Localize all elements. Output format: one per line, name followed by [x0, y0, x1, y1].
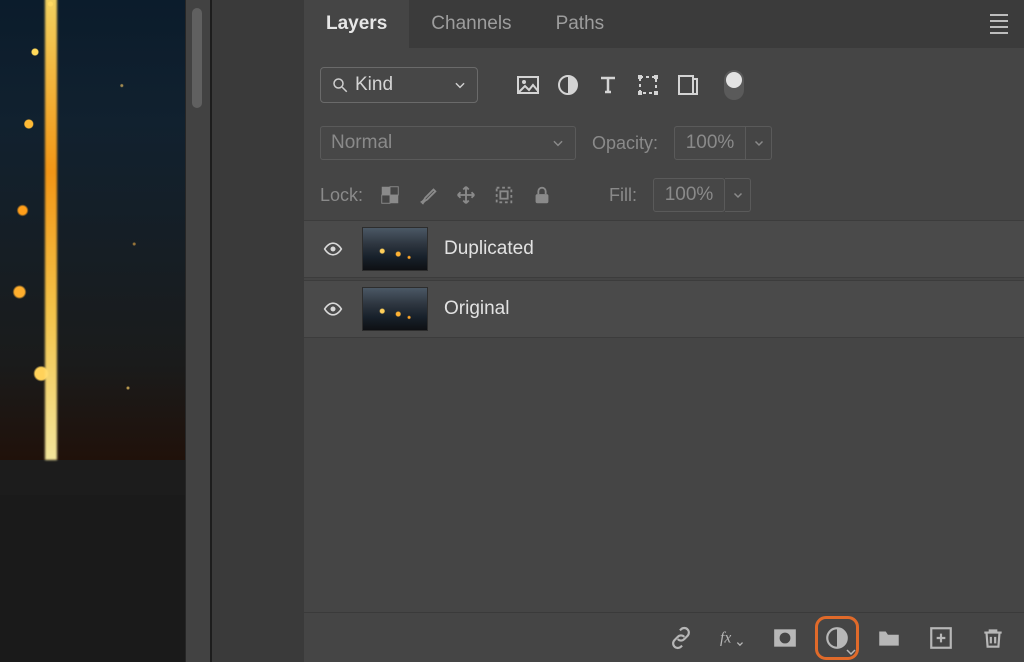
lock-artboard-icon[interactable] [493, 184, 515, 206]
filter-pixel-layers-icon[interactable] [516, 73, 540, 97]
fill-label: Fill: [609, 185, 637, 206]
tab-layers[interactable]: Layers [304, 0, 409, 48]
layers-bottom-bar: fx [304, 612, 1024, 662]
layer-thumbnail[interactable] [362, 287, 428, 331]
search-icon [331, 76, 349, 94]
lock-row: Lock: Fill: 100% [304, 172, 1024, 218]
canvas-vertical-scrollbar[interactable] [186, 0, 210, 662]
lock-label: Lock: [320, 185, 363, 206]
chevron-down-icon [453, 78, 467, 92]
panel-dock-gutter [212, 0, 304, 662]
panel-menu-icon[interactable] [974, 0, 1024, 48]
panel-tabs: Layers Channels Paths [304, 0, 1024, 48]
new-layer-icon[interactable] [928, 625, 954, 651]
new-group-folder-icon[interactable] [876, 625, 902, 651]
link-layers-icon[interactable] [668, 625, 694, 651]
document-canvas[interactable] [0, 0, 185, 495]
svg-text:fx: fx [720, 630, 731, 647]
opacity-input[interactable]: 100% [674, 126, 746, 160]
lock-position-icon[interactable] [455, 184, 477, 206]
layers-panel: Layers Channels Paths Kind Normal Opacit… [304, 0, 1024, 662]
fill-stepper[interactable] [725, 178, 751, 212]
filter-kind-dropdown[interactable]: Kind [320, 67, 478, 103]
layer-row[interactable]: Original [304, 280, 1024, 338]
blend-row: Normal Opacity: 100% [304, 122, 1024, 164]
delete-layer-trash-icon[interactable] [980, 625, 1006, 651]
filter-toggle[interactable] [724, 70, 744, 100]
scrollbar-thumb[interactable] [192, 8, 202, 108]
layer-row[interactable]: Duplicated [304, 220, 1024, 278]
blend-mode-value: Normal [331, 132, 392, 154]
lock-all-icon[interactable] [531, 184, 553, 206]
document-image [0, 0, 185, 460]
opacity-label: Opacity: [592, 133, 658, 154]
filter-type-layers-icon[interactable] [596, 73, 620, 97]
fill-input[interactable]: 100% [653, 178, 725, 212]
new-adjustment-layer-icon[interactable] [824, 625, 850, 651]
filter-adjustment-layers-icon[interactable] [556, 73, 580, 97]
lock-brush-icon[interactable] [417, 184, 439, 206]
visibility-eye-icon[interactable] [320, 239, 346, 259]
layer-thumbnail[interactable] [362, 227, 428, 271]
filter-smartobject-layers-icon[interactable] [676, 73, 700, 97]
blend-mode-dropdown[interactable]: Normal [320, 126, 576, 160]
layer-filter-row: Kind [304, 54, 1024, 116]
lock-transparent-icon[interactable] [379, 184, 401, 206]
tab-paths[interactable]: Paths [534, 0, 627, 48]
layer-style-fx-icon[interactable]: fx [720, 625, 746, 651]
layer-name[interactable]: Original [444, 298, 509, 320]
filter-kind-label: Kind [349, 74, 453, 96]
canvas-pad [0, 495, 185, 662]
layer-list: Duplicated Original [304, 220, 1024, 338]
add-layer-mask-icon[interactable] [772, 625, 798, 651]
layer-name[interactable]: Duplicated [444, 238, 534, 260]
chevron-down-icon [551, 136, 565, 150]
tab-channels[interactable]: Channels [409, 0, 533, 48]
opacity-stepper[interactable] [746, 126, 772, 160]
filter-shape-layers-icon[interactable] [636, 73, 660, 97]
visibility-eye-icon[interactable] [320, 299, 346, 319]
